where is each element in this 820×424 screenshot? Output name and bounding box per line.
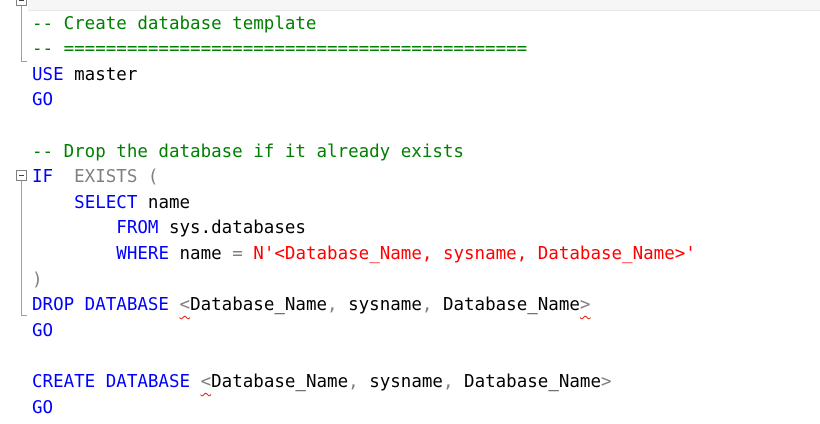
code-token: name [137, 192, 191, 213]
code-token: sysname [348, 295, 422, 316]
code-token: = [232, 244, 243, 264]
code-line[interactable]: GO [32, 319, 53, 344]
code-token: GO [32, 320, 54, 341]
code-token: DROP DATABASE [32, 295, 169, 316]
code-token: master [63, 64, 138, 85]
code-token: Database_Name [442, 295, 580, 316]
code-line[interactable]: -- =====================================… [32, 37, 527, 62]
code-token: GO [32, 90, 54, 111]
code-token: -- =====================================… [32, 39, 528, 60]
code-token: USE [32, 64, 64, 85]
code-token: , [348, 372, 370, 392]
outline-guide-end [21, 315, 27, 316]
code-token: Database_Name [211, 372, 349, 392]
code-token: , [442, 372, 465, 392]
code-token: > [601, 372, 612, 392]
code-line[interactable]: SELECT name [32, 191, 190, 216]
code-token: EXISTS ( [53, 167, 159, 188]
code-token: , [421, 295, 443, 316]
code-token: -- =====================================… [32, 0, 527, 8]
outline-guide-line [21, 6, 22, 62]
code-token: FROM [116, 218, 159, 239]
code-line[interactable]: -- =====================================… [32, 0, 527, 11]
code-token: -- Drop the database if it already exist… [32, 141, 464, 162]
code-line[interactable]: GO [32, 88, 53, 113]
code-token: SELECT [74, 192, 138, 213]
code-token: < [200, 372, 212, 392]
code-line[interactable]: DROP DATABASE <Database_Name, sysname, D… [32, 293, 590, 318]
code-line[interactable]: -- Drop the database if it already exist… [32, 140, 464, 165]
code-line[interactable]: GO [32, 396, 53, 421]
outline-guide-line [21, 181, 22, 316]
code-token: sysname [369, 372, 443, 392]
code-token: sys.databases [158, 218, 306, 239]
code-line[interactable]: -- Create database template [32, 12, 316, 37]
code-token: , [327, 295, 349, 316]
outline-gutter [0, 0, 28, 424]
code-line[interactable]: USE master [32, 63, 137, 88]
collapse-region-icon[interactable] [16, 170, 27, 181]
code-line[interactable]: FROM sys.databases [32, 216, 306, 241]
code-line[interactable]: CREATE DATABASE <Database_Name, sysname,… [32, 370, 612, 395]
code-line[interactable]: ) [32, 268, 43, 293]
code-token: IF [32, 167, 54, 188]
code-token: N'<Database_Name, sysname, Database_Name… [253, 244, 696, 264]
code-token: < [179, 295, 191, 316]
outline-guide-end [21, 61, 27, 62]
code-token: WHERE [116, 244, 169, 264]
code-token: -- Create database template [32, 13, 317, 34]
code-editor[interactable]: -- =====================================… [0, 0, 820, 424]
code-token: GO [32, 397, 54, 418]
code-line[interactable]: WHERE name = N'<Database_Name, sysname, … [32, 242, 696, 267]
code-token: CREATE DATABASE [32, 372, 191, 392]
code-token: Database_Name [190, 295, 328, 316]
code-token: > [579, 295, 591, 316]
code-token: Database_Name [464, 372, 601, 392]
code-token: name [168, 244, 233, 264]
code-token: ) [32, 269, 43, 290]
code-line[interactable]: IF EXISTS ( [32, 165, 158, 190]
